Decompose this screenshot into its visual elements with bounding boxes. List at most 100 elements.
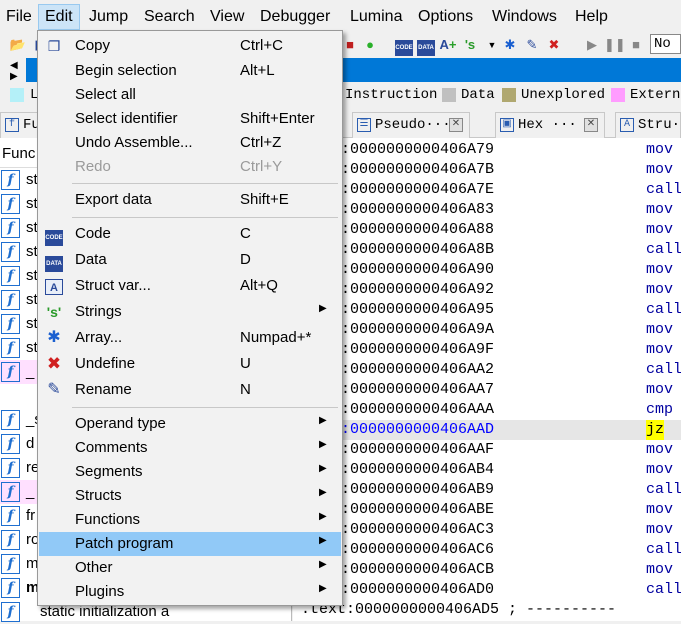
- disasm-line[interactable]: :0000000000406AA2 call: [293, 360, 681, 380]
- menu-item-data[interactable]: DATA Data D: [39, 248, 341, 272]
- menu-item-begin-selection[interactable]: Begin selection Alt+L: [39, 59, 341, 83]
- pause-icon[interactable]: ❚❚: [604, 35, 626, 55]
- menu-item-undo-assemble[interactable]: Undo Assemble... Ctrl+Z: [39, 131, 341, 155]
- legend-label-unexplored: Unexplored: [521, 87, 606, 103]
- function-icon: f: [1, 530, 20, 550]
- make-data-icon[interactable]: DATA: [416, 35, 436, 56]
- disasm-line[interactable]: :0000000000406A90 mov: [293, 260, 681, 280]
- disassembly-view[interactable]: :0000000000406A79 mov :0000000000406A7B mo…: [293, 138, 681, 621]
- menu-item-structs[interactable]: Structs ▶: [39, 484, 341, 508]
- menu-edit[interactable]: Edit: [38, 4, 80, 30]
- disasm-line[interactable]: :0000000000406A83 mov: [293, 200, 681, 220]
- legend-swatch-extern: [611, 88, 625, 102]
- dropdown-arrow-icon[interactable]: ▼: [482, 35, 502, 55]
- disasm-line[interactable]: .text:0000000000406AD5 ; ----------: [293, 600, 681, 620]
- menu-item-comments[interactable]: Comments ▶: [39, 436, 341, 460]
- tab-pseudocode[interactable]: ☰ Pseudo··· ✕: [352, 112, 470, 138]
- menu-file[interactable]: File: [0, 4, 38, 30]
- menu-help[interactable]: Help: [569, 4, 614, 30]
- menu-jump[interactable]: Jump: [83, 4, 134, 30]
- menu-item-plugins[interactable]: Plugins ▶: [39, 580, 341, 604]
- submenu-arrow-icon: ▶: [319, 415, 327, 426]
- hex-view-icon: ▣: [500, 118, 514, 132]
- disasm-line[interactable]: :0000000000406ABE mov: [293, 500, 681, 520]
- disasm-line[interactable]: :0000000000406A7B mov: [293, 160, 681, 180]
- close-icon[interactable]: ✕: [449, 118, 463, 132]
- copy-icon: ❐: [47, 38, 61, 54]
- submenu-arrow-icon: ▶: [319, 535, 327, 546]
- menu-item-select-identifier[interactable]: Select identifier Shift+Enter: [39, 107, 341, 131]
- menu-item-strings[interactable]: 's' Strings ▶: [39, 300, 341, 324]
- menu-item-code[interactable]: CODE Code C: [39, 222, 341, 246]
- menu-options[interactable]: Options: [412, 4, 479, 30]
- tab-hex-view[interactable]: ▣ Hex ··· ✕: [495, 112, 605, 138]
- data-icon: DATA: [43, 250, 65, 272]
- menu-item-patch-program[interactable]: Patch program ▶: [39, 532, 341, 556]
- undefine-icon[interactable]: ✖: [544, 35, 564, 55]
- tab-structures[interactable]: A Stru·: [615, 112, 681, 138]
- function-icon: f: [1, 434, 20, 454]
- struct-var-icon[interactable]: A+: [438, 35, 458, 55]
- menu-item-struct-var[interactable]: A Struct var... Alt+Q: [39, 274, 341, 298]
- menu-item-undefine[interactable]: ✖ Undefine U: [39, 352, 341, 376]
- code-icon: CODE: [43, 224, 65, 246]
- legend-label-data: Data: [461, 87, 495, 103]
- legend-label-extern: Extern: [630, 87, 681, 103]
- menu-item-functions[interactable]: Functions ▶: [39, 508, 341, 532]
- disasm-line[interactable]: :0000000000406A7E call: [293, 180, 681, 200]
- menu-lumina[interactable]: Lumina: [344, 4, 408, 30]
- strings-icon[interactable]: 's: [460, 35, 480, 55]
- disasm-line[interactable]: :0000000000406AA7 mov: [293, 380, 681, 400]
- menu-search[interactable]: Search: [138, 4, 201, 30]
- disasm-line[interactable]: :0000000000406AAF mov: [293, 440, 681, 460]
- menu-item-other[interactable]: Other ▶: [39, 556, 341, 580]
- function-icon: f: [1, 506, 20, 526]
- disasm-line[interactable]: :0000000000406A9F mov: [293, 340, 681, 360]
- run-green-icon[interactable]: ●: [360, 35, 380, 55]
- disasm-line[interactable]: :0000000000406AD0 call: [293, 580, 681, 600]
- menu-item-segments[interactable]: Segments ▶: [39, 460, 341, 484]
- menu-item-select-all[interactable]: Select all: [39, 83, 341, 107]
- stop-icon[interactable]: ■: [340, 35, 360, 55]
- disasm-line[interactable]: :0000000000406ACB mov: [293, 560, 681, 580]
- stop-debug-icon[interactable]: ■: [626, 35, 646, 55]
- menu-windows[interactable]: Windows: [486, 4, 563, 30]
- play-icon[interactable]: ▶: [582, 35, 602, 55]
- disasm-line[interactable]: :0000000000406AC6 call: [293, 540, 681, 560]
- disasm-line[interactable]: :0000000000406A8B call: [293, 240, 681, 260]
- menu-separator: [72, 183, 338, 184]
- open-folder-icon[interactable]: 📂: [8, 35, 28, 55]
- tab-functions[interactable]: f Fu: [0, 112, 40, 138]
- array-icon[interactable]: ✱: [500, 35, 520, 55]
- make-code-icon[interactable]: CODE: [394, 35, 414, 56]
- disasm-line[interactable]: :0000000000406A88 mov: [293, 220, 681, 240]
- disasm-line[interactable]: :0000000000406AC3 mov: [293, 520, 681, 540]
- nav-left-icon[interactable]: ◀: [10, 60, 18, 71]
- menu-item-copy[interactable]: ❐ Copy Ctrl+C: [39, 34, 341, 58]
- menu-item-array[interactable]: ✱ Array... Numpad+*: [39, 326, 341, 350]
- disasm-line[interactable]: :0000000000406AB9 call: [293, 480, 681, 500]
- disasm-line[interactable]: :0000000000406A9A mov: [293, 320, 681, 340]
- function-icon: f: [1, 362, 20, 382]
- disasm-line[interactable]: :0000000000406A92 mov: [293, 280, 681, 300]
- menu-debugger[interactable]: Debugger: [254, 4, 336, 30]
- menu-item-rename[interactable]: ✎ Rename N: [39, 378, 341, 402]
- disasm-line[interactable]: :0000000000406AB4 mov: [293, 460, 681, 480]
- disasm-line-current[interactable]: :0000000000406AAD jz: [293, 420, 681, 440]
- disasm-line[interactable]: :0000000000406A95 call: [293, 300, 681, 320]
- nav-right-icon[interactable]: ▶: [10, 71, 18, 82]
- menu-bar: File Edit Jump Search View Debugger Lumi…: [0, 0, 681, 32]
- menu-item-export-data[interactable]: Export data Shift+E: [39, 188, 341, 212]
- submenu-arrow-icon: ▶: [319, 439, 327, 450]
- rename-icon[interactable]: ✎: [522, 35, 542, 55]
- debugger-select[interactable]: No: [650, 34, 681, 54]
- disasm-line[interactable]: :0000000000406AAA cmp: [293, 400, 681, 420]
- disasm-line[interactable]: :0000000000406A79 mov: [293, 140, 681, 160]
- submenu-arrow-icon: ▶: [319, 559, 327, 570]
- tab-hex-label: Hex ···: [518, 117, 577, 133]
- menu-item-operand-type[interactable]: Operand type ▶: [39, 412, 341, 436]
- function-icon: f: [1, 578, 20, 598]
- menu-view[interactable]: View: [204, 4, 250, 30]
- close-icon[interactable]: ✕: [584, 118, 598, 132]
- function-icon: f: [1, 554, 20, 574]
